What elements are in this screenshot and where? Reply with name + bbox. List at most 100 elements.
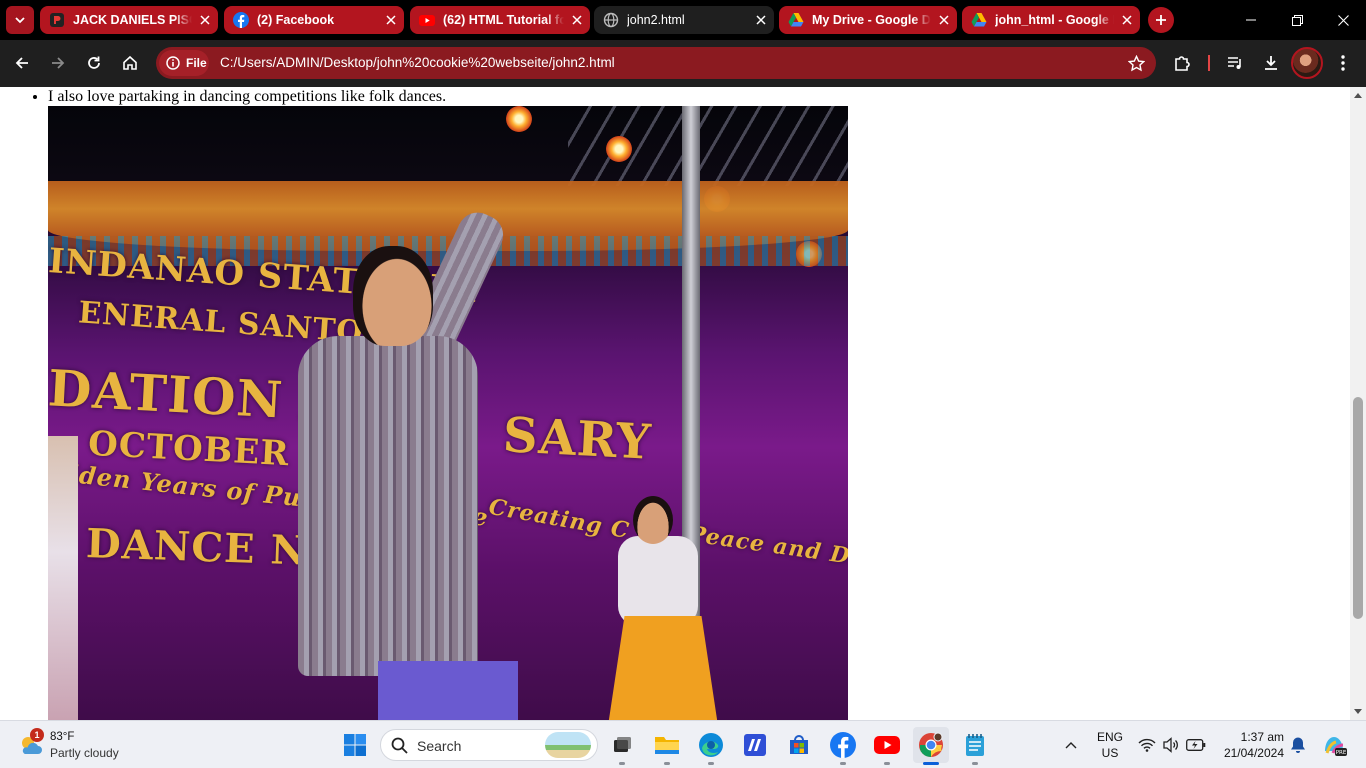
network-button[interactable] [1137,735,1157,755]
tab-facebook[interactable]: (2) Facebook [224,6,404,34]
start-button[interactable] [337,727,373,763]
chevron-up-icon [1065,742,1077,749]
more-vert-icon [1341,55,1345,71]
tab-youtube[interactable]: (62) HTML Tutorial for Beginners [410,6,590,34]
extensions-button[interactable] [1166,47,1198,79]
taskbar-office[interactable] [737,727,773,763]
show-hidden-icons-button[interactable] [1060,735,1082,755]
taskbar-edge[interactable] [693,727,729,765]
battery-button[interactable] [1185,735,1207,755]
star-icon [1127,54,1145,71]
tab-title: (62) HTML Tutorial for Beginners [443,13,564,27]
close-window-button[interactable] [1320,0,1366,40]
copilot-button[interactable]: PRE [1320,732,1348,758]
profile-avatar[interactable] [1291,47,1323,79]
back-button[interactable] [6,47,38,79]
wifi-icon [1138,738,1156,752]
notifications-button[interactable] [1288,735,1308,755]
url-text[interactable]: C:/Users/ADMIN/Desktop/john%20cookie%20w… [220,55,615,70]
dancer-blouse [618,536,698,626]
close-tab-icon[interactable] [378,15,404,25]
plus-icon [1156,15,1166,25]
bell-icon [1291,737,1305,753]
clock-date: 21/04/2024 [1223,746,1284,760]
bookmark-star-button[interactable] [1126,53,1146,73]
site-info-chip[interactable]: File [159,50,209,76]
search-highlight-image [545,732,591,758]
page-viewport: I also love partaking in dancing competi… [0,87,1350,720]
language-indicator[interactable]: ENG US [1094,729,1126,761]
reload-button[interactable] [78,47,110,79]
taskbar-file-explorer[interactable] [649,727,685,765]
language-code: ENG [1096,730,1123,744]
taskbar-search[interactable]: Search [380,729,598,761]
toolbar-separator [1208,55,1210,71]
edge-icon [699,733,723,757]
weather-badge: 1 [30,728,44,742]
taskbar-facebook[interactable] [825,727,861,765]
queue-music-icon [1228,57,1241,69]
banner-text: SARY [501,407,653,471]
search-icon [391,737,408,754]
female-dancer [608,496,718,720]
close-tab-icon[interactable] [931,15,957,25]
close-tab-icon[interactable] [1114,15,1140,25]
forward-button[interactable] [42,47,74,79]
tab-title: john_html - Google Drive [995,13,1114,27]
tab-strip: JACK DANIELS PISO WIFI (2) Facebook (62)… [0,0,1366,40]
facebook-icon [830,732,856,758]
tab-title: JACK DANIELS PISO WIFI [73,13,192,27]
close-tab-icon[interactable] [192,15,218,25]
info-icon [166,56,180,70]
scrollbar-thumb[interactable] [1353,397,1363,619]
downloads-button[interactable] [1255,47,1287,79]
tab-title: My Drive - Google Drive [812,13,931,27]
facebook-icon [233,12,249,28]
minimize-button[interactable] [1228,0,1274,40]
scroll-down-arrow[interactable] [1354,709,1362,714]
speaker-icon [1163,737,1178,753]
region-code: US [1101,746,1119,760]
new-tab-button[interactable] [1148,7,1174,33]
google-drive-icon [788,12,804,28]
browser-menu-button[interactable] [1327,47,1359,79]
taskbar-chrome[interactable] [913,727,949,765]
weather-widget[interactable]: 1 83°F Partly cloudy [18,728,148,763]
taskbar-youtube[interactable] [869,727,905,765]
tab-my-drive[interactable]: My Drive - Google Drive [779,6,957,34]
taskbar-notepad[interactable] [957,727,993,765]
office-icon [744,734,766,756]
tab-piso-wifi[interactable]: JACK DANIELS PISO WIFI [40,6,218,34]
vertical-scrollbar[interactable] [1350,87,1366,720]
system-clock[interactable]: 1:37 am 21/04/2024 [1212,729,1284,761]
restore-button[interactable] [1274,0,1320,40]
tab-title: john2.html [627,13,685,27]
store-icon [790,735,808,754]
tab-john2-html[interactable]: john2.html [594,6,774,34]
chevron-down-icon [15,17,25,24]
media-control-button[interactable] [1219,47,1251,79]
tab-search-button[interactable] [6,6,34,34]
windows-logo-icon [344,734,366,756]
piso-wifi-icon [49,12,65,28]
puzzle-icon [1175,56,1190,71]
volume-button[interactable] [1161,735,1181,755]
notepad-icon [966,734,984,756]
scroll-up-arrow[interactable] [1354,93,1362,98]
home-icon [123,55,137,70]
weather-temp: 83°F [50,731,75,743]
task-view-icon [614,737,631,752]
home-button[interactable] [114,47,146,79]
taskbar-store[interactable] [781,727,817,763]
clock-time: 1:37 am [1240,730,1284,744]
list-item: I also love partaking in dancing competi… [48,88,446,106]
close-tab-icon[interactable] [564,15,590,25]
taskbar-task-view[interactable] [604,727,640,765]
dancer-head [633,496,673,544]
address-bar[interactable]: File C:/Users/ADMIN/Desktop/john%20cooki… [156,47,1156,79]
tab-john-html-drive[interactable]: john_html - Google Drive [962,6,1140,34]
restore-icon [1291,14,1303,26]
tab-title: (2) Facebook [257,13,335,27]
chrome-icon [919,732,943,757]
close-tab-icon[interactable] [748,15,774,25]
